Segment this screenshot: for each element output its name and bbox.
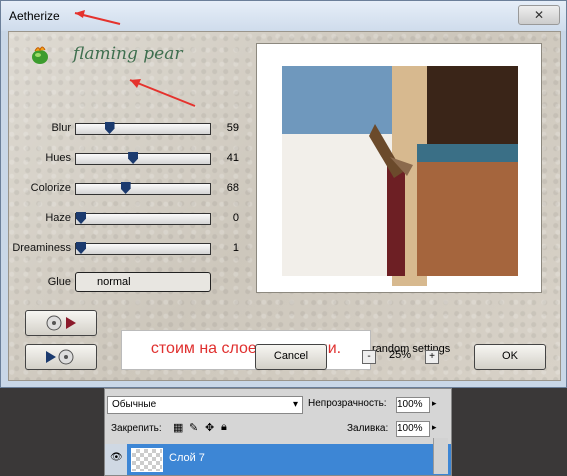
fill-input[interactable]: 100% [396, 421, 430, 437]
slider-thumb[interactable] [76, 212, 86, 224]
blur-slider[interactable] [75, 122, 211, 135]
fill-dropdown-icon[interactable]: ▸ [432, 422, 437, 433]
load-preset-icon [46, 315, 76, 331]
ok-label: OK [502, 350, 518, 362]
lock-label: Закрепить: [111, 423, 162, 434]
haze-slider[interactable] [75, 212, 211, 225]
lock-brush-icon[interactable]: ✎ [189, 421, 198, 434]
ok-button[interactable]: OK [474, 344, 546, 370]
window-title: Aetherize [9, 9, 60, 23]
hues-slider[interactable] [75, 152, 211, 165]
zoom-in-button[interactable]: + [425, 350, 439, 364]
title-bar: Aetherize ✕ [1, 1, 566, 31]
haze-value: 0 [232, 212, 239, 224]
glue-label: Glue [47, 276, 71, 288]
layer-row[interactable]: 👁︎ Слой 7 [105, 444, 451, 475]
layers-scrollbar[interactable] [433, 438, 448, 474]
fill-label: Заливка: [347, 423, 389, 434]
hues-label: Hues [45, 152, 71, 164]
haze-label: Haze [45, 212, 71, 224]
opacity-label: Непрозрачность: [308, 398, 387, 409]
close-button[interactable]: ✕ [518, 5, 560, 25]
colorize-value: 68 [226, 182, 239, 194]
visibility-cell[interactable]: 👁︎ [105, 444, 127, 475]
zoom-out-button[interactable]: - [362, 350, 376, 364]
layer-thumbnail[interactable] [131, 448, 163, 472]
zoom-level: 25% [389, 349, 412, 361]
preview-image[interactable] [256, 43, 542, 293]
save-preset-button[interactable] [25, 344, 97, 370]
lock-transparency-icon[interactable]: ▦ [173, 421, 183, 434]
blur-value: 59 [226, 122, 239, 134]
annotation-callout: стоим на слое с птицами. [121, 330, 371, 370]
aetherize-dialog: Aetherize ✕ flaming pear Blur 59 Hues 41… [0, 0, 567, 388]
dreaminess-slider[interactable] [75, 242, 211, 255]
chevron-down-icon: ▾ [292, 399, 298, 410]
lock-all-icon[interactable]: 🔒︎ [221, 421, 227, 434]
glue-value: normal [97, 276, 131, 288]
opacity-dropdown-icon[interactable]: ▸ [432, 398, 437, 409]
preview-canvas [282, 66, 518, 286]
layer-name[interactable]: Слой 7 [169, 452, 205, 464]
slider-thumb[interactable] [120, 182, 131, 194]
hues-value: 41 [226, 152, 239, 164]
lock-move-icon[interactable]: ✥ [205, 421, 214, 434]
slider-thumb[interactable] [128, 152, 139, 164]
eye-icon[interactable]: 👁︎ [110, 452, 123, 463]
slider-thumb[interactable] [104, 122, 115, 134]
dreaminess-label: Dreaminess [12, 242, 71, 254]
colorize-label: Colorize [30, 182, 71, 194]
dreaminess-value: 1 [232, 242, 239, 254]
cancel-button[interactable]: Cancel [255, 344, 327, 370]
blend-mode-value: Обычные [112, 399, 157, 410]
colorize-slider[interactable] [75, 182, 211, 195]
layers-panel: Обычные ▾ Непрозрачность: 100% ▸ Закрепи… [104, 388, 452, 476]
flaming-pear-logo-icon [32, 46, 48, 64]
blur-label: Blur [51, 122, 71, 134]
glue-select[interactable]: normal [75, 272, 211, 292]
brand-name: flaming pear [73, 44, 183, 64]
plugin-panel: flaming pear Blur 59 Hues 41 Colorize 68… [8, 31, 561, 381]
load-preset-button[interactable] [25, 310, 97, 336]
slider-thumb[interactable] [76, 242, 86, 254]
opacity-input[interactable]: 100% [396, 397, 430, 413]
blend-mode-select[interactable]: Обычные ▾ [107, 396, 303, 414]
cancel-label: Cancel [273, 350, 309, 362]
save-preset-icon [46, 349, 74, 365]
